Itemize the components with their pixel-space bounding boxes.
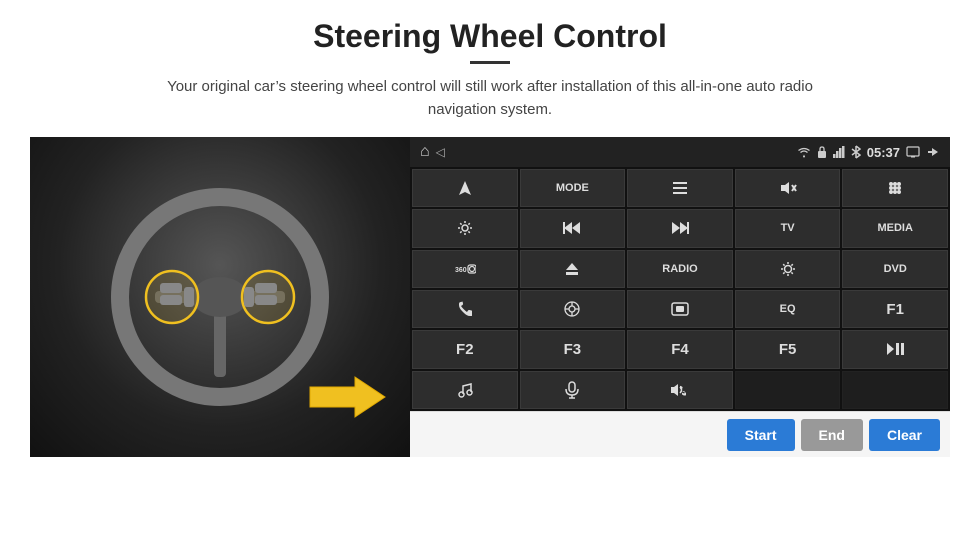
btn-f5[interactable]: F5 <box>735 330 841 368</box>
btn-f3[interactable]: F3 <box>520 330 626 368</box>
btn-mute[interactable] <box>735 169 841 207</box>
btn-prev[interactable] <box>520 209 626 247</box>
subtitle: Your original car’s steering wheel contr… <box>140 76 840 121</box>
btn-360cam[interactable]: 360 <box>412 250 518 288</box>
wifi-icon <box>797 146 811 158</box>
btn-playpause[interactable] <box>842 330 948 368</box>
btn-next[interactable] <box>627 209 733 247</box>
statusbar-right: 05:37 <box>797 145 940 160</box>
steering-wheel-bg <box>30 137 410 457</box>
btn-navi[interactable] <box>520 290 626 328</box>
btn-screen-rect[interactable] <box>627 290 733 328</box>
btn-music[interactable] <box>412 371 518 409</box>
lock-icon <box>817 146 827 158</box>
btn-f1[interactable]: F1 <box>842 290 948 328</box>
btn-phone[interactable] <box>412 290 518 328</box>
back-icon <box>926 146 940 158</box>
content-row: ⌂ ◁ <box>30 137 950 457</box>
home-icon[interactable]: ⌂ <box>420 143 430 161</box>
car-image-panel <box>30 137 410 457</box>
btn-apps[interactable] <box>842 169 948 207</box>
btn-tv[interactable]: TV <box>735 209 841 247</box>
btn-mode[interactable]: MODE <box>520 169 626 207</box>
btn-empty-1 <box>735 371 841 409</box>
time-display: 05:37 <box>867 145 900 160</box>
btn-empty-2 <box>842 371 948 409</box>
action-bar: Start End Clear <box>410 411 950 457</box>
title-divider <box>470 61 510 64</box>
radio-display: ⌂ ◁ <box>410 137 950 457</box>
btn-dvd[interactable]: DVD <box>842 250 948 288</box>
bluetooth-icon <box>851 145 861 159</box>
btn-menu[interactable] <box>627 169 733 207</box>
page-title: Steering Wheel Control <box>313 18 667 55</box>
btn-handsfree[interactable] <box>627 371 733 409</box>
btn-radio[interactable]: RADIO <box>627 250 733 288</box>
btn-navigation[interactable] <box>412 169 518 207</box>
btn-eject[interactable] <box>520 250 626 288</box>
clear-button[interactable]: Clear <box>869 419 940 451</box>
svg-text:360: 360 <box>455 267 467 274</box>
btn-eq[interactable]: EQ <box>735 290 841 328</box>
btn-media[interactable]: MEDIA <box>842 209 948 247</box>
end-button[interactable]: End <box>801 419 863 451</box>
btn-mic[interactable] <box>520 371 626 409</box>
btn-f4[interactable]: F4 <box>627 330 733 368</box>
signal-icon <box>833 146 845 158</box>
btn-settings[interactable] <box>412 209 518 247</box>
start-button[interactable]: Start <box>727 419 795 451</box>
page-container: Steering Wheel Control Your original car… <box>0 0 980 544</box>
radio-grid: MODE <box>410 167 950 411</box>
arrow-icon: ◁ <box>436 145 445 159</box>
btn-f2[interactable]: F2 <box>412 330 518 368</box>
screen-icon <box>906 146 920 158</box>
btn-brightness[interactable] <box>735 250 841 288</box>
yellow-arrow <box>300 372 390 427</box>
statusbar-left: ⌂ ◁ <box>420 143 445 161</box>
statusbar: ⌂ ◁ <box>410 137 950 167</box>
